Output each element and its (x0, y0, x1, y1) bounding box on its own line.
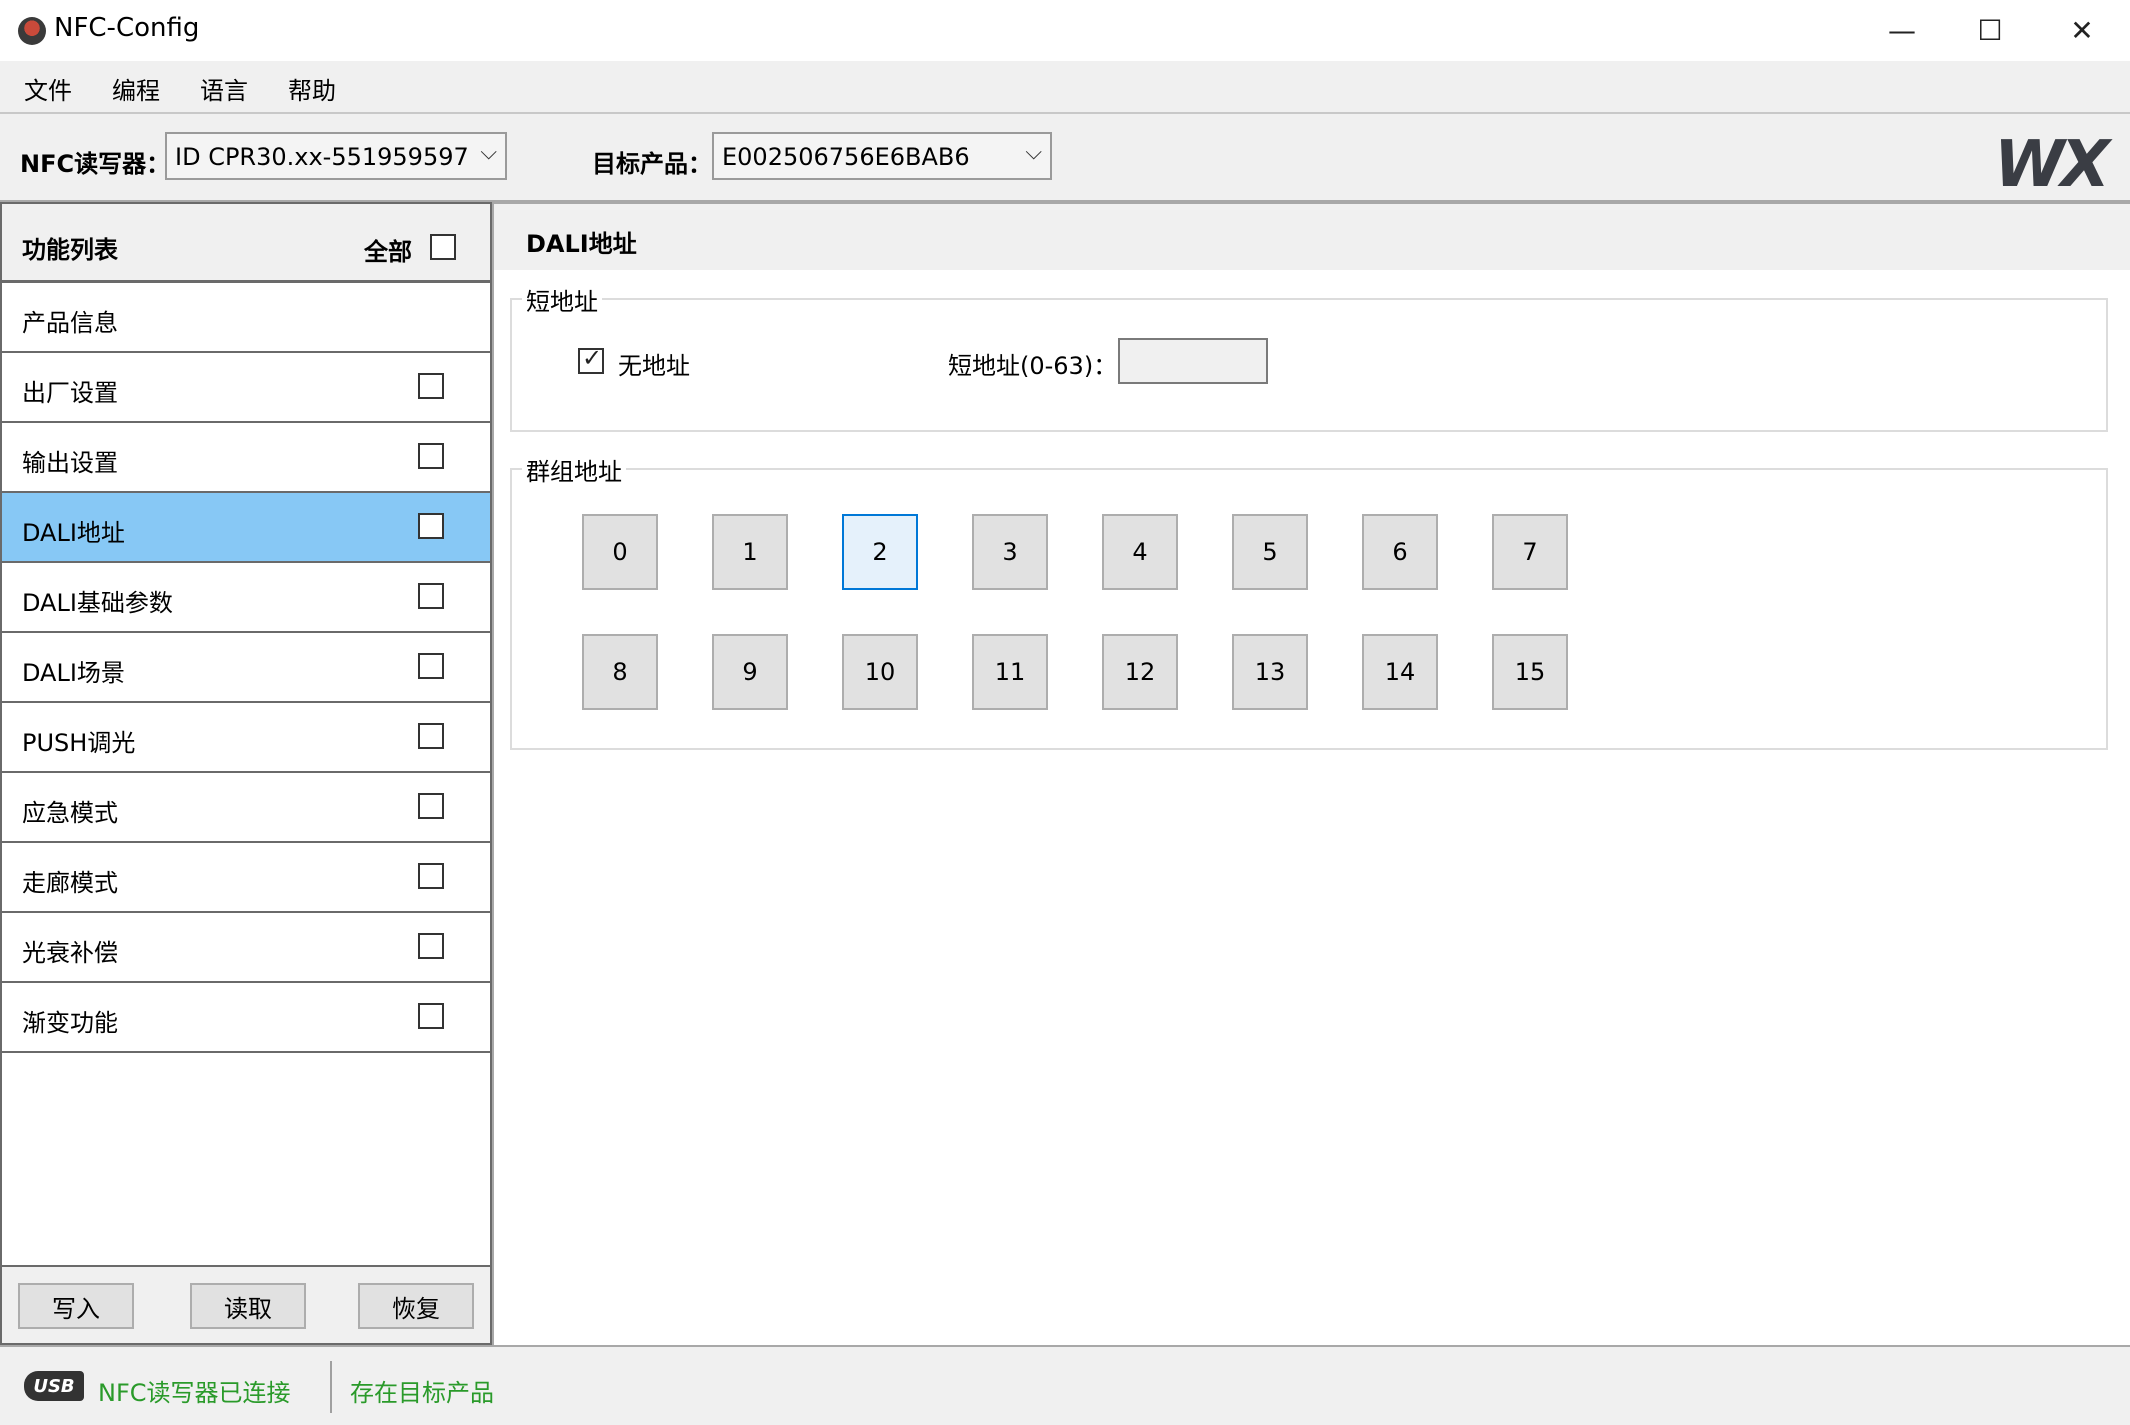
reader-select[interactable]: ID CPR30.xx-551959597 ⌵ (165, 132, 507, 180)
content-title: DALI地址 (526, 230, 637, 258)
menu-help[interactable]: 帮助 (288, 71, 336, 106)
usb-icon: USB (24, 1371, 84, 1401)
function-item-checkbox[interactable] (418, 443, 444, 469)
check-icon: ✓ (582, 344, 603, 372)
function-item-label: DALI地址 (22, 519, 125, 547)
function-item-label: DALI基础参数 (22, 589, 173, 617)
select-all-label: 全部 (364, 238, 412, 266)
group-address-group: 群组地址 0 1 2 3 4 5 6 7 8 9 10 11 12 13 14 … (510, 452, 2108, 750)
chevron-down-icon: ⌵ (480, 140, 497, 165)
group-button-3[interactable]: 3 (972, 514, 1048, 590)
function-list-title: 功能列表 (22, 236, 118, 264)
select-all-checkbox[interactable] (430, 234, 456, 260)
menu-language[interactable]: 语言 (200, 71, 248, 106)
minimize-button[interactable]: — (1856, 0, 1948, 61)
maximize-button[interactable]: ☐ (1944, 0, 2036, 61)
app-icon (18, 17, 46, 45)
group-button-2[interactable]: 2 (842, 514, 918, 590)
function-item-checkbox[interactable] (418, 863, 444, 889)
write-button[interactable]: 写入 (18, 1283, 134, 1329)
brand-logo: WX (1994, 128, 2110, 202)
group-button-0[interactable]: 0 (582, 514, 658, 590)
function-list-header: 功能列表 全部 (2, 204, 490, 283)
group-button-5[interactable]: 5 (1232, 514, 1308, 590)
function-item-fade-function[interactable]: 渐变功能 (2, 983, 490, 1053)
short-address-group: 短地址 ✓ 无地址 短地址(0-63)： (510, 282, 2108, 432)
function-item-label: 走廊模式 (22, 869, 118, 897)
group-button-6[interactable]: 6 (1362, 514, 1438, 590)
content-panel: DALI地址 短地址 ✓ 无地址 短地址(0-63)： 群组地址 0 1 2 3… (492, 202, 2130, 1345)
function-item-push-dimming[interactable]: PUSH调光 (2, 703, 490, 773)
restore-button[interactable]: 恢复 (358, 1283, 474, 1329)
close-button[interactable]: ✕ (2036, 0, 2128, 61)
menu-program[interactable]: 编程 (112, 71, 160, 106)
title-bar: NFC-Config — ☐ ✕ (0, 0, 2130, 61)
function-item-checkbox[interactable] (418, 793, 444, 819)
group-button-15[interactable]: 15 (1492, 634, 1568, 710)
group-button-9[interactable]: 9 (712, 634, 788, 710)
function-item-label: DALI场景 (22, 659, 125, 687)
short-address-input[interactable] (1118, 338, 1268, 384)
group-button-12[interactable]: 12 (1102, 634, 1178, 710)
reader-select-value: ID CPR30.xx-551959597 (175, 143, 469, 171)
status-bar: USB NFC读写器已连接 存在目标产品 (0, 1345, 2130, 1425)
short-address-range-label: 短地址(0-63)： (948, 352, 1118, 380)
short-address-legend: 短地址 (522, 282, 602, 317)
function-item-factory-settings[interactable]: 出厂设置 (2, 353, 490, 423)
function-item-label: PUSH调光 (22, 729, 136, 757)
function-list: 产品信息 出厂设置 输出设置 DALI地址 DALI基础参数 DALI场景 PU… (2, 283, 490, 1053)
function-item-dali-scene[interactable]: DALI场景 (2, 633, 490, 703)
function-item-checkbox[interactable] (418, 583, 444, 609)
group-address-legend: 群组地址 (522, 452, 626, 487)
menu-bar: 文件 编程 语言 帮助 (0, 61, 2130, 112)
toolbar: NFC读写器： ID CPR30.xx-551959597 ⌵ 目标产品： E0… (0, 112, 2130, 202)
function-item-label: 光衰补偿 (22, 939, 118, 967)
group-button-8[interactable]: 8 (582, 634, 658, 710)
function-item-label: 产品信息 (22, 309, 118, 337)
read-button[interactable]: 读取 (190, 1283, 306, 1329)
function-item-checkbox[interactable] (418, 933, 444, 959)
no-address-label: 无地址 (618, 352, 690, 380)
product-select-value: E002506756E6BAB6 (722, 143, 970, 171)
function-item-label: 应急模式 (22, 799, 118, 827)
function-item-checkbox[interactable] (418, 723, 444, 749)
group-button-10[interactable]: 10 (842, 634, 918, 710)
chevron-down-icon: ⌵ (1025, 140, 1042, 165)
function-item-dali-address[interactable]: DALI地址 (2, 493, 490, 563)
product-select[interactable]: E002506756E6BAB6 ⌵ (712, 132, 1052, 180)
no-address-checkbox[interactable]: ✓ (578, 344, 604, 374)
function-item-dali-basic-params[interactable]: DALI基础参数 (2, 563, 490, 633)
function-item-checkbox[interactable] (418, 373, 444, 399)
status-separator (330, 1361, 332, 1413)
window-title: NFC-Config (54, 13, 200, 43)
function-item-label: 出厂设置 (22, 379, 118, 407)
function-item-label: 输出设置 (22, 449, 118, 477)
product-status: 存在目标产品 (350, 1379, 494, 1407)
function-list-actions: 写入 读取 恢复 (2, 1265, 490, 1343)
function-item-product-info[interactable]: 产品信息 (2, 283, 490, 353)
function-item-emergency-mode[interactable]: 应急模式 (2, 773, 490, 843)
group-button-4[interactable]: 4 (1102, 514, 1178, 590)
function-item-light-decay-compensation[interactable]: 光衰补偿 (2, 913, 490, 983)
function-item-checkbox[interactable] (418, 513, 444, 539)
group-button-1[interactable]: 1 (712, 514, 788, 590)
group-button-7[interactable]: 7 (1492, 514, 1568, 590)
group-button-14[interactable]: 14 (1362, 634, 1438, 710)
function-item-checkbox[interactable] (418, 1003, 444, 1029)
group-button-11[interactable]: 11 (972, 634, 1048, 710)
content-header: DALI地址 (494, 204, 2130, 270)
function-list-panel: 功能列表 全部 产品信息 出厂设置 输出设置 DALI地址 DALI基础参数 D… (0, 202, 492, 1345)
function-item-output-settings[interactable]: 输出设置 (2, 423, 490, 493)
function-item-label: 渐变功能 (22, 1009, 118, 1037)
product-label: 目标产品： (592, 150, 712, 178)
reader-status: NFC读写器已连接 (98, 1379, 291, 1407)
group-button-13[interactable]: 13 (1232, 634, 1308, 710)
reader-label: NFC读写器： (20, 150, 171, 178)
function-item-corridor-mode[interactable]: 走廊模式 (2, 843, 490, 913)
menu-file[interactable]: 文件 (24, 71, 72, 106)
function-item-checkbox[interactable] (418, 653, 444, 679)
